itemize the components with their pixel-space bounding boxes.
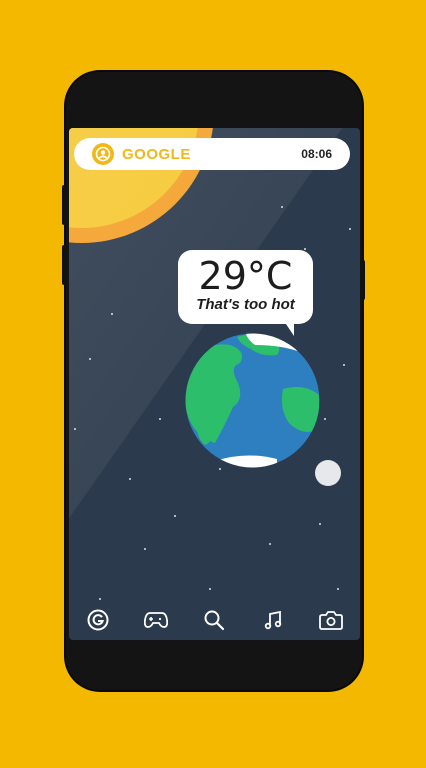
camera-icon[interactable]: [318, 607, 344, 633]
search-widget[interactable]: GOOGLE 08:06: [74, 138, 350, 170]
star: [281, 206, 283, 208]
moon-illustration: [315, 460, 341, 486]
clock-time: 08:06: [301, 147, 332, 161]
weather-bubble[interactable]: 29°C That's too hot: [178, 250, 313, 324]
star: [324, 418, 326, 420]
phone-side-button: [62, 185, 67, 225]
account-icon[interactable]: [92, 143, 114, 165]
star: [319, 523, 321, 525]
earth-illustration: [185, 333, 320, 468]
star: [209, 588, 211, 590]
search-icon[interactable]: [201, 607, 227, 633]
star: [111, 313, 113, 315]
star: [337, 588, 339, 590]
star: [219, 468, 221, 470]
star: [74, 428, 76, 430]
gamepad-icon[interactable]: [143, 607, 169, 633]
star: [144, 548, 146, 550]
star: [269, 543, 271, 545]
app-dock: [69, 600, 360, 640]
star: [343, 364, 345, 366]
phone-power-button: [360, 260, 365, 300]
star: [129, 478, 131, 480]
star: [304, 248, 306, 250]
temperature-value: 29°C: [198, 254, 293, 298]
star: [159, 418, 161, 420]
weather-remark: That's too hot: [196, 296, 295, 313]
star: [174, 515, 176, 517]
star: [349, 228, 351, 230]
music-icon[interactable]: [260, 607, 286, 633]
search-brand-label[interactable]: GOOGLE: [122, 146, 301, 163]
phone-side-button: [62, 245, 67, 285]
star: [89, 358, 91, 360]
google-icon[interactable]: [85, 607, 111, 633]
